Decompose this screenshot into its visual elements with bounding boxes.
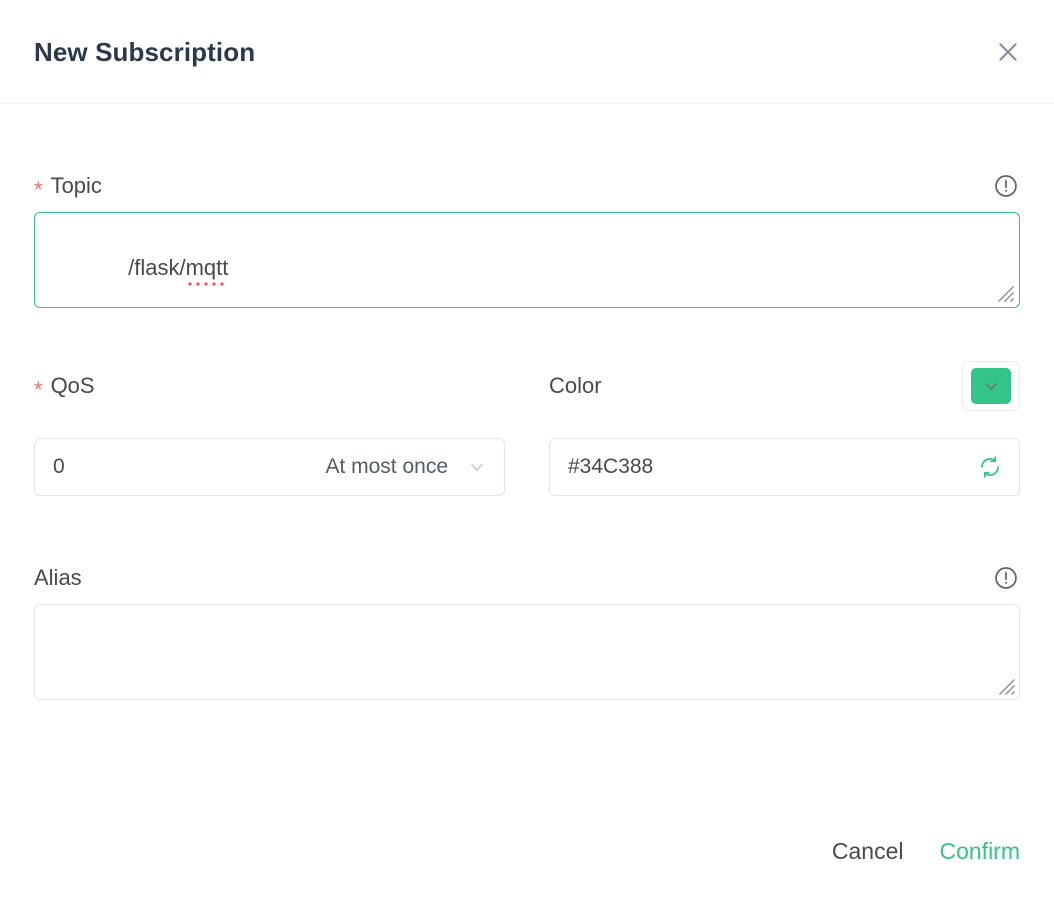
color-label: Color [549, 375, 602, 397]
dialog-header: New Subscription [0, 0, 1054, 104]
alias-label-text: Alias [34, 565, 82, 590]
color-hex-input[interactable]: #34C388 [549, 438, 1020, 496]
alias-label: Alias [34, 567, 82, 589]
alias-info-icon[interactable] [992, 564, 1020, 592]
dialog-body: * Topic /flask/mqtt * QoS 0 At most once… [0, 104, 1054, 822]
cancel-button[interactable]: Cancel [832, 839, 904, 863]
qos-label: * QoS [34, 373, 95, 401]
topic-input[interactable]: /flask/mqtt [34, 212, 1020, 308]
field-color: Color #34C388 [549, 358, 1020, 496]
required-asterisk: * [34, 177, 43, 202]
qos-label-text: QoS [50, 373, 95, 398]
new-subscription-dialog: New Subscription * Topic /flask/mqtt * Q… [0, 0, 1054, 908]
color-label-row: Color [549, 358, 1020, 414]
confirm-button[interactable]: Confirm [939, 839, 1020, 863]
alias-input[interactable] [34, 604, 1020, 700]
qos-color-row: * QoS 0 At most once Color #34C388 [34, 358, 1020, 496]
topic-input-value: /flask/mqtt [67, 235, 228, 301]
color-swatch [971, 368, 1011, 404]
color-hex-value: #34C388 [568, 455, 654, 478]
close-button[interactable] [986, 30, 1030, 74]
field-topic: * Topic /flask/mqtt [34, 166, 1020, 308]
alias-label-row: Alias [34, 558, 1020, 598]
required-asterisk: * [34, 377, 43, 402]
close-icon [995, 39, 1021, 65]
topic-value-prefix: /flask/ [128, 255, 186, 280]
topic-label: * Topic [34, 173, 102, 201]
topic-label-text: Topic [50, 173, 102, 198]
field-qos: * QoS 0 At most once [34, 358, 505, 496]
topic-resize-handle[interactable] [997, 285, 1015, 303]
field-alias: Alias [34, 558, 1020, 700]
topic-info-icon[interactable] [992, 172, 1020, 200]
qos-label-row: * QoS [34, 358, 505, 414]
topic-value-misspelled: mqtt [185, 255, 229, 280]
color-label-text: Color [549, 373, 602, 398]
chevron-down-icon [981, 376, 1001, 396]
qos-select[interactable]: 0 At most once [34, 438, 505, 496]
chevron-down-icon [466, 456, 488, 478]
topic-label-row: * Topic [34, 166, 1020, 206]
dialog-footer: Cancel Confirm [0, 822, 1054, 908]
qos-value-label: At most once [325, 455, 448, 478]
page-title: New Subscription [34, 36, 256, 67]
qos-value: 0 [53, 455, 65, 478]
color-swatch-button[interactable] [962, 361, 1020, 411]
refresh-icon[interactable] [977, 454, 1003, 480]
